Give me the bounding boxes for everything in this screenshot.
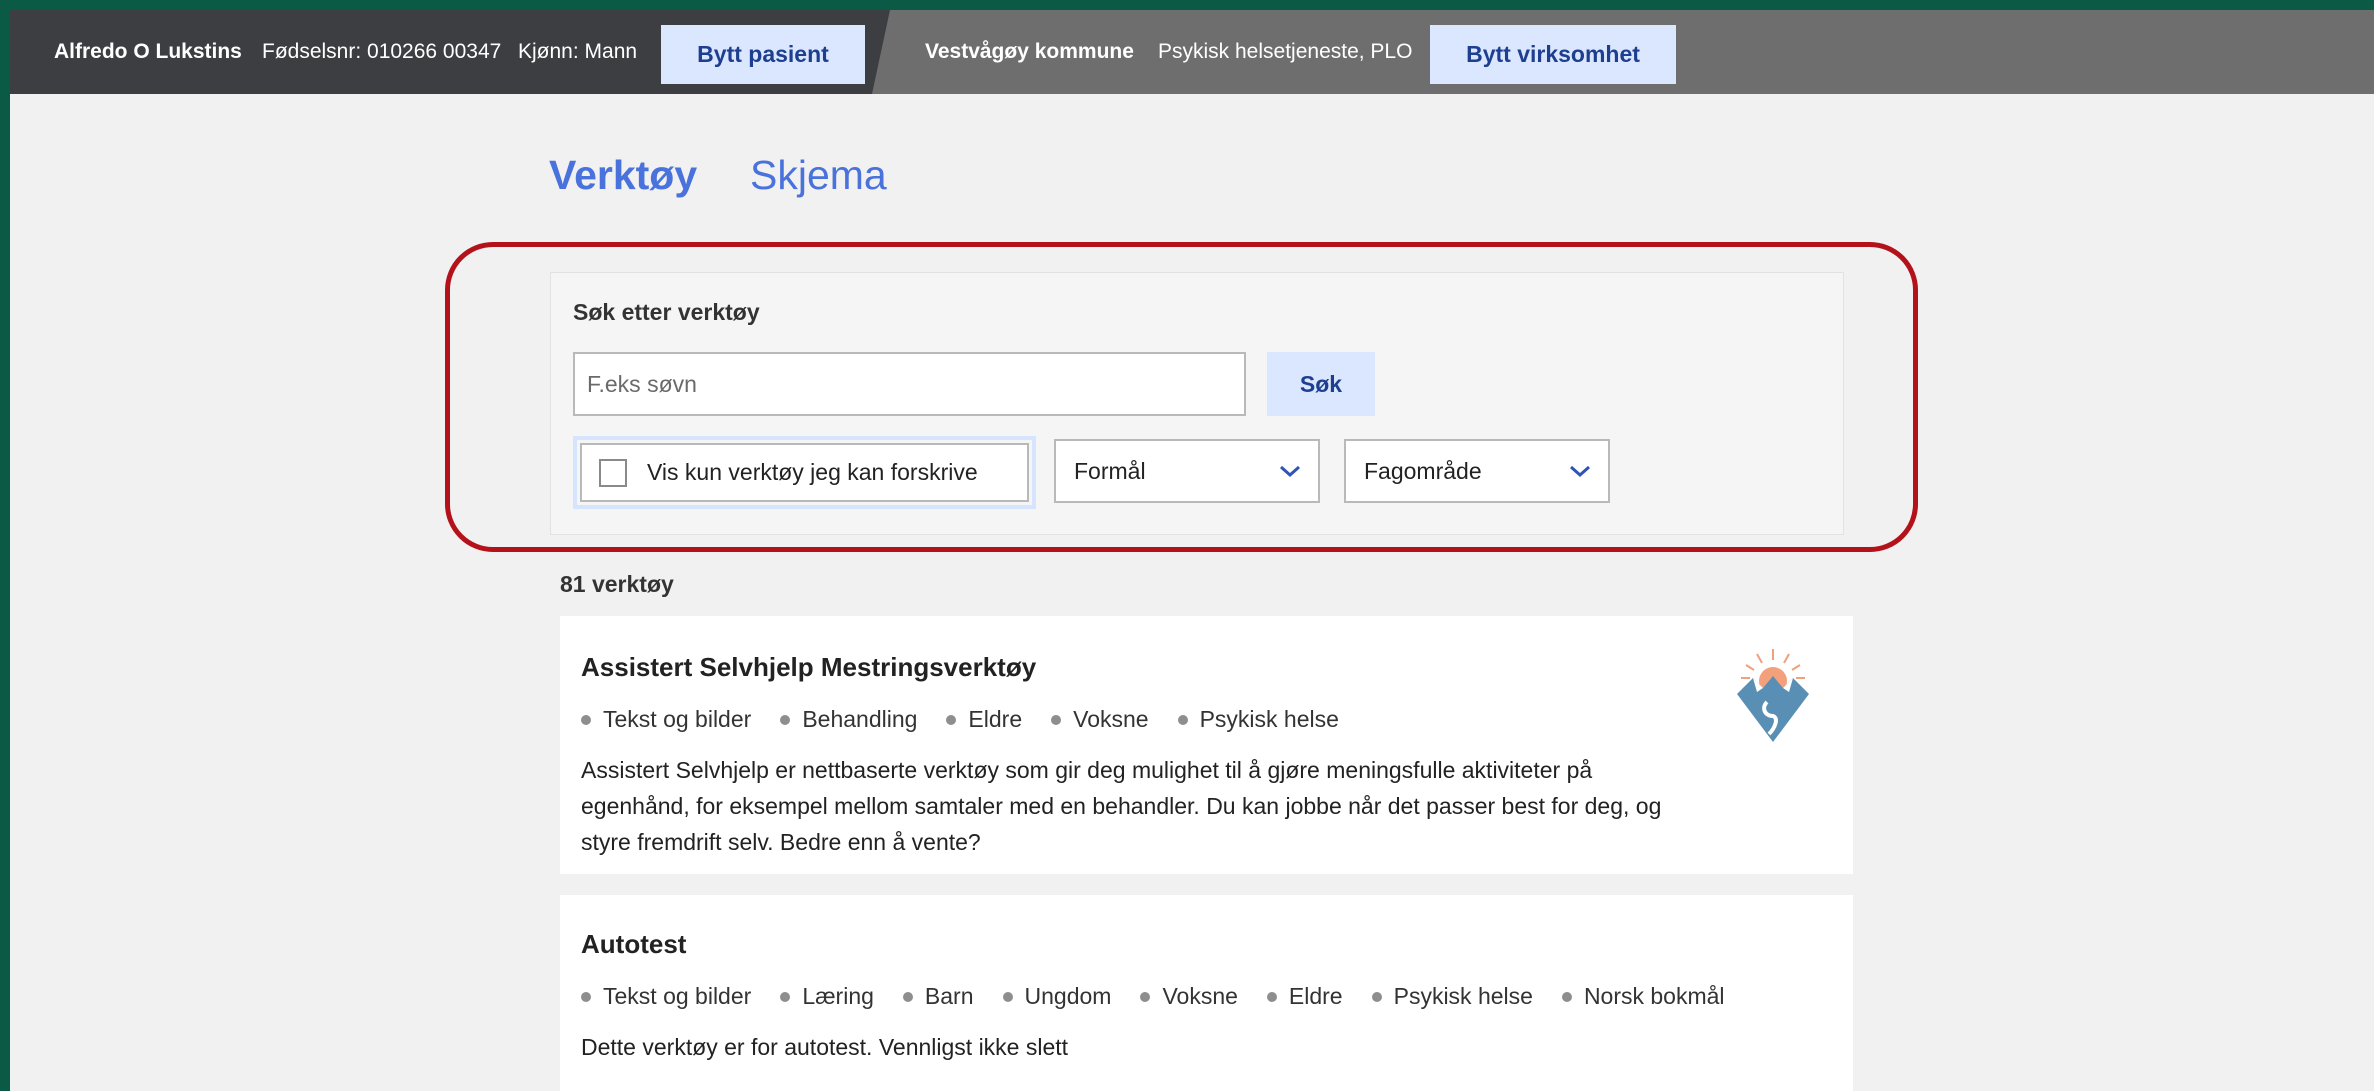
tag: Voksne (1051, 706, 1148, 733)
prescribe-filter-field[interactable]: Vis kun verktøy jeg kan forskrive (580, 443, 1029, 502)
tag: Tekst og bilder (581, 706, 751, 733)
field-dropdown[interactable]: Fagområde (1344, 439, 1610, 503)
chevron-down-icon (1570, 465, 1590, 478)
card-description: Assistert Selvhjelp er nettbaserte verkt… (581, 757, 1662, 855)
search-button[interactable]: Søk (1267, 352, 1375, 416)
department: Psykisk helsetjeneste, PLO (1158, 40, 1413, 63)
search-title: Søk etter verktøy (573, 299, 760, 325)
prescribe-filter-label: Vis kun verktøy jeg kan forskrive (647, 459, 978, 485)
card-tags: Tekst og bilder Behandling Eldre Voksne … (581, 706, 1368, 733)
tag: Behandling (780, 706, 917, 733)
tab-verktoy[interactable]: Verktøy (549, 152, 697, 199)
chevron-down-icon (1280, 465, 1300, 478)
municipality: Vestvågøy kommune (925, 40, 1134, 63)
card-title[interactable]: Autotest (581, 929, 686, 960)
birth-number: Fødselsnr: 010266 00347 (262, 40, 502, 63)
tag: Eldre (1267, 983, 1343, 1010)
result-card[interactable]: Autotest Tekst og bilder Læring Barn Ung… (560, 895, 1853, 1091)
tag: Voksne (1140, 983, 1237, 1010)
purpose-dropdown[interactable]: Formål (1054, 439, 1320, 503)
tag: Barn (903, 983, 974, 1010)
result-count: 81 verktøy (560, 571, 674, 597)
tag: Læring (780, 983, 874, 1010)
search-input[interactable] (573, 352, 1246, 416)
tag: Psykisk helse (1178, 706, 1339, 733)
gender: Kjønn: Mann (518, 40, 638, 63)
tag: Norsk bokmål (1562, 983, 1725, 1010)
mountain-sun-logo-icon (1737, 649, 1809, 742)
switch-patient-button[interactable]: Bytt pasient (661, 25, 865, 84)
tag: Eldre (946, 706, 1022, 733)
result-card[interactable]: Assistert Selvhjelp Mestringsverktøy Tek… (560, 616, 1853, 874)
tag: Ungdom (1003, 983, 1112, 1010)
card-title[interactable]: Assistert Selvhjelp Mestringsverktøy (581, 652, 1036, 683)
tab-skjema[interactable]: Skjema (750, 152, 887, 199)
patient-name: Alfredo O Lukstins (54, 40, 242, 63)
tag: Tekst og bilder (581, 983, 751, 1010)
top-bar: Alfredo O Lukstins Fødselsnr: 010266 003… (10, 10, 2374, 94)
purpose-dropdown-label: Formål (1074, 457, 1146, 484)
field-dropdown-label: Fagområde (1364, 457, 1482, 484)
switch-business-button[interactable]: Bytt virksomhet (1430, 25, 1676, 84)
card-description: Dette verktøy er for autotest. Vennligst… (581, 1034, 1069, 1060)
card-tags: Tekst og bilder Læring Barn Ungdom Voksn… (581, 983, 1754, 1010)
prescribe-filter[interactable]: Vis kun verktøy jeg kan forskrive (573, 436, 1036, 509)
checkbox-icon[interactable] (599, 458, 627, 487)
app-window: Alfredo O Lukstins Fødselsnr: 010266 003… (10, 10, 2374, 1091)
tag: Psykisk helse (1372, 983, 1533, 1010)
